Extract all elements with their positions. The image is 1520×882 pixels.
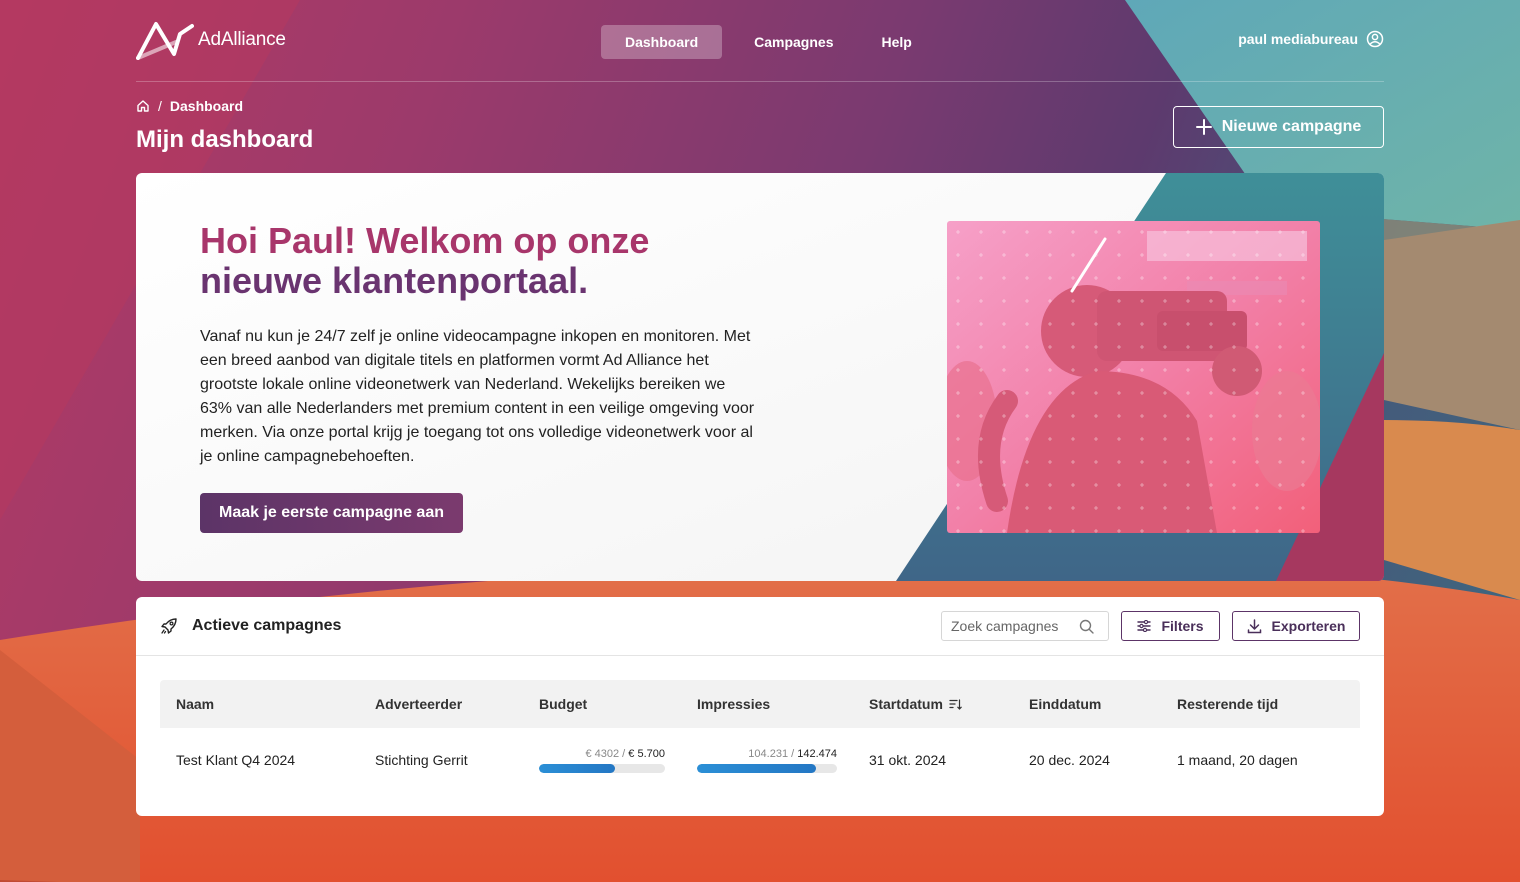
sort-icon[interactable] (949, 698, 962, 710)
nav-dashboard[interactable]: Dashboard (601, 25, 723, 59)
nav-campagnes[interactable]: Campagnes (730, 25, 857, 59)
top-navigation: AdAlliance Dashboard Campagnes Help paul… (136, 0, 1384, 82)
create-first-campaign-button[interactable]: Maak je eerste campagne aan (200, 493, 463, 533)
filters-button[interactable]: Filters (1121, 611, 1220, 641)
user-menu[interactable]: paul mediabureau (1238, 30, 1384, 48)
impressions-progress: 104.231 / 142.474 (697, 748, 837, 773)
cell-adverteerder: Stichting Gerrit (375, 752, 468, 768)
table-header: Naam Adverteerder Budget Impressies Star… (160, 680, 1360, 728)
new-campaign-button[interactable]: Nieuwe campagne (1173, 106, 1384, 148)
budget-track (539, 764, 665, 773)
welcome-card: Hoi Paul! Welkom op onze nieuwe klantenp… (136, 173, 1384, 581)
welcome-heading-line2: nieuwe klantenportaal. (200, 260, 589, 301)
sliders-icon (1137, 620, 1152, 632)
welcome-heading: Hoi Paul! Welkom op onze nieuwe klantenp… (200, 221, 720, 301)
download-icon (1247, 618, 1261, 633)
welcome-text: Vanaf nu kun je 24/7 zelf je online vide… (200, 328, 755, 465)
column-startdatum[interactable]: Startdatum (869, 696, 962, 712)
breadcrumb: / Dashboard (136, 98, 243, 114)
brand-logo[interactable]: AdAlliance (136, 20, 286, 60)
adalliance-logo-icon (136, 22, 194, 60)
table-row[interactable]: Test Klant Q4 2024 Stichting Gerrit € 43… (160, 728, 1360, 792)
impressions-fill (697, 764, 816, 773)
new-campaign-label: Nieuwe campagne (1221, 118, 1362, 135)
user-name: paul mediabureau (1238, 31, 1358, 47)
active-campaigns-header: Actieve campagnes Filters Exporter (136, 597, 1384, 656)
budget-progress: € 4302 / € 5.700 (539, 748, 665, 773)
column-startdatum-label: Startdatum (869, 696, 943, 712)
filters-label: Filters (1161, 618, 1204, 634)
impressions-total: 142.474 (797, 748, 837, 760)
column-adverteerder[interactable]: Adverteerder (375, 696, 462, 712)
brand-name: AdAlliance (198, 29, 286, 50)
cell-resterende-tijd: 1 maand, 20 dagen (1177, 752, 1298, 768)
search-input[interactable] (951, 618, 1079, 634)
cell-naam[interactable]: Test Klant Q4 2024 (176, 752, 295, 768)
hero-image (947, 221, 1320, 533)
active-campaigns-card: Actieve campagnes Filters Exporter (136, 597, 1384, 816)
welcome-heading-line1: Hoi Paul! Welkom op onze (200, 220, 650, 261)
nav-help[interactable]: Help (857, 25, 935, 59)
budget-total: € 5.700 (628, 748, 665, 760)
export-label: Exporteren (1271, 618, 1346, 634)
impressions-label: 104.231 / 142.474 (748, 748, 837, 760)
breadcrumb-separator: / (158, 98, 162, 114)
plus-icon (1195, 119, 1212, 135)
page-title: Mijn dashboard (136, 126, 314, 153)
search-box[interactable] (941, 611, 1109, 641)
budget-spent: € 4302 (585, 748, 620, 760)
column-impressies[interactable]: Impressies (697, 696, 770, 712)
column-naam[interactable]: Naam (176, 696, 214, 712)
cell-einddatum: 20 dec. 2024 (1029, 752, 1110, 768)
impressions-done: 104.231 (748, 748, 789, 760)
main-nav: Dashboard Campagnes Help (601, 25, 936, 59)
user-circle-icon (1366, 30, 1384, 48)
campaigns-table: Naam Adverteerder Budget Impressies Star… (160, 680, 1360, 792)
active-campaigns-label: Actieve campagnes (192, 617, 342, 634)
home-icon[interactable] (136, 99, 150, 113)
export-button[interactable]: Exporteren (1232, 611, 1360, 641)
budget-fill (539, 764, 615, 773)
search-icon[interactable] (1079, 619, 1094, 634)
column-einddatum[interactable]: Einddatum (1029, 696, 1101, 712)
budget-label: € 4302 / € 5.700 (585, 748, 665, 760)
column-budget[interactable]: Budget (539, 696, 587, 712)
active-campaigns-title: Actieve campagnes (160, 617, 341, 635)
impressions-track (697, 764, 837, 773)
rocket-icon (161, 618, 177, 634)
column-resterende-tijd[interactable]: Resterende tijd (1177, 696, 1278, 712)
cell-startdatum: 31 okt. 2024 (869, 752, 947, 768)
breadcrumb-current[interactable]: Dashboard (170, 98, 243, 114)
